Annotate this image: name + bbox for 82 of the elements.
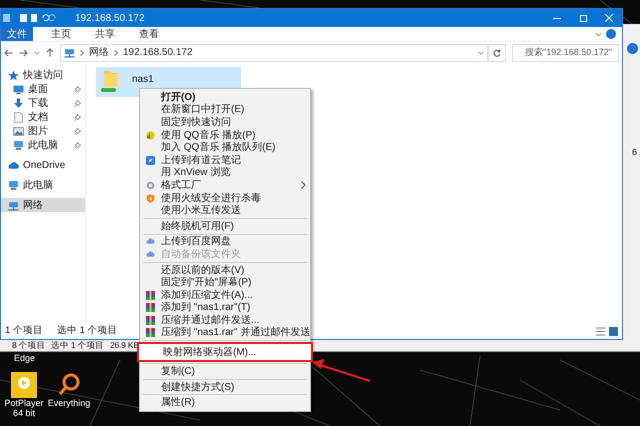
download-icon: [13, 98, 24, 108]
chevron-icon[interactable]: [34, 50, 40, 56]
gear-icon: [146, 180, 155, 190]
desktop-icon-label[interactable]: PotPlayer 64 bit: [0, 398, 49, 418]
menu-item[interactable]: 压缩并通过邮件发送...: [140, 314, 310, 327]
menu-item[interactable]: 使用 QQ音乐 播放(P): [140, 128, 310, 142]
cloud-icon: [146, 237, 155, 246]
ribbon-tab[interactable]: 查看: [133, 27, 165, 41]
desktop-icon-label[interactable]: Edge: [14, 353, 36, 363]
menu-item[interactable]: 添加到 "nas1.rar"(T): [140, 302, 310, 314]
ribbon-tab[interactable]: 主页: [45, 27, 77, 41]
ribbon-tab[interactable]: 文件: [1, 27, 33, 41]
network-icon: [64, 47, 75, 58]
back-arrow-icon[interactable]: [4, 48, 13, 56]
archive-icon: [146, 290, 155, 300]
refresh-button[interactable]: [488, 44, 506, 62]
breadcrumb-item[interactable]: 192.168.50.172: [123, 45, 193, 60]
close-icon: [605, 14, 613, 22]
partial-text: 6: [632, 146, 637, 159]
folder-name: nas1: [132, 73, 154, 87]
menu-item[interactable]: 加入 QQ音乐 播放队列(E): [140, 141, 310, 154]
menu-item[interactable]: 上传到有道云笔记: [140, 154, 310, 167]
star-icon: [8, 70, 19, 80]
menu-item[interactable]: 使用火绒安全进行杀毒: [140, 192, 310, 204]
magnifier-icon[interactable]: [56, 372, 82, 398]
nav-item[interactable]: 文档: [1, 110, 85, 124]
menu-item[interactable]: 使用小米互传发送: [140, 204, 310, 217]
chevron-icon[interactable]: [478, 50, 484, 56]
status-text: 选中 1 个项目: [51, 338, 104, 352]
computer-icon: [8, 180, 19, 190]
forward-arrow-icon[interactable]: [19, 48, 28, 56]
nav-item[interactable]: 图片: [1, 124, 85, 138]
address-bar[interactable]: 网络 192.168.50.172: [60, 44, 488, 62]
status-text: 选中 1 个项目: [56, 324, 118, 338]
menu-item[interactable]: 还原以前的版本(V): [140, 264, 310, 276]
archive-icon: [146, 328, 155, 338]
cloud-icon: [8, 160, 19, 170]
monitor-icon: [13, 84, 24, 94]
menu-item[interactable]: 压缩到 "nas1.rar" 并通过邮件发送: [140, 326, 310, 340]
menu-item[interactable]: 属性(R): [140, 396, 310, 410]
nav-item[interactable]: 此电脑: [1, 138, 85, 152]
nav-item[interactable]: 快速访问: [1, 68, 85, 82]
shield-icon: [146, 194, 155, 203]
desktop-icon-label[interactable]: Everything: [48, 398, 90, 408]
window-title: 192.168.50.172: [75, 12, 146, 26]
menu-item[interactable]: 在新窗口中打开(E): [140, 104, 310, 116]
chevron-right-icon[interactable]: [114, 50, 118, 56]
status-text: 8 个项目: [12, 338, 46, 352]
ribbon-tab[interactable]: 共享: [89, 27, 121, 41]
status-text: 1 个项目: [5, 324, 43, 338]
refresh-icon: [493, 48, 501, 56]
image-icon: [13, 126, 24, 136]
nav-item[interactable]: OneDrive: [1, 158, 85, 172]
nav-item[interactable]: 此电脑: [1, 178, 85, 192]
breadcrumb-item[interactable]: 网络: [89, 45, 109, 60]
cloud-icon: [146, 250, 155, 259]
details-view-icon[interactable]: [596, 327, 605, 336]
archive-icon: [146, 303, 155, 312]
document-icon: [13, 112, 24, 122]
menu-item[interactable]: 固定到"开始"屏幕(P): [140, 276, 310, 289]
computer-icon: [13, 140, 24, 150]
arrow: [312, 359, 372, 383]
note-icon: [146, 156, 155, 165]
menu-item[interactable]: 上传到百度网盘: [140, 236, 310, 248]
menu-item[interactable]: 映射网络驱动器(M)...: [137, 342, 313, 362]
menu-item[interactable]: 创建快捷方式(S): [140, 380, 310, 394]
chevron-icon[interactable]: [595, 30, 602, 38]
menu-item[interactable]: 格式工厂: [140, 179, 310, 192]
archive-icon: [146, 316, 155, 325]
music-icon: [146, 130, 155, 140]
network-icon: [8, 200, 19, 210]
menu-item[interactable]: 始终脱机可用(F): [140, 220, 310, 233]
chevron-right-icon[interactable]: [80, 50, 84, 56]
up-arrow-icon[interactable]: [46, 48, 54, 57]
menu-item[interactable]: 复制(C): [140, 365, 310, 378]
menu-item[interactable]: 固定到快速访问: [140, 116, 310, 129]
nav-item[interactable]: 网络: [1, 198, 85, 212]
menu-item[interactable]: 添加到压缩文件(A)...: [140, 288, 310, 302]
search-field[interactable]: 搜索"192.168.50.172": [512, 44, 619, 62]
menu-item[interactable]: 用 XnView 浏览: [140, 166, 310, 180]
nav-item[interactable]: 下载: [1, 96, 85, 110]
nav-item[interactable]: 桌面: [1, 82, 85, 96]
